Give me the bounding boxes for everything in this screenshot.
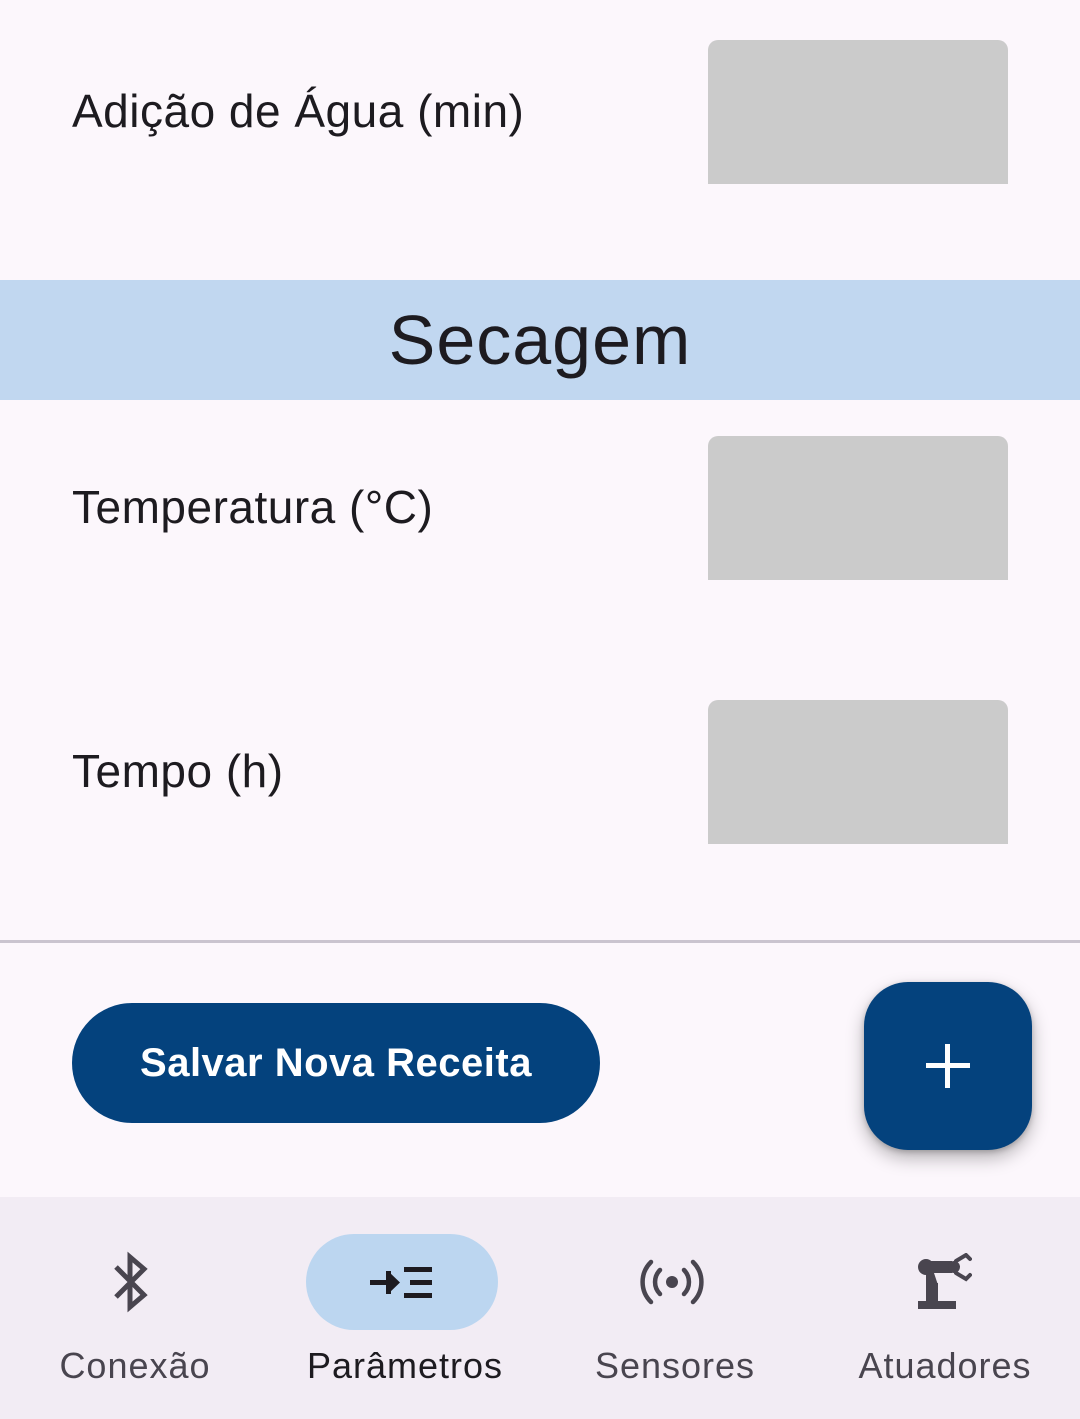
nav-item-sensores[interactable]: Sensores <box>540 1197 810 1419</box>
agua-label: Adição de Água (min) <box>72 85 525 137</box>
nav-label: Atuadores <box>858 1345 1032 1386</box>
sensors-icon <box>640 1259 704 1305</box>
nav-label: Parâmetros <box>306 1345 504 1386</box>
nav-pill-active <box>306 1234 498 1330</box>
param-row-tempo: Tempo (h) <box>0 640 1080 940</box>
add-fab-button[interactable] <box>864 982 1032 1150</box>
section-header-secagem: Secagem <box>0 280 1080 400</box>
bluetooth-icon <box>114 1251 148 1313</box>
plus-icon <box>926 1044 970 1088</box>
parameters-icon <box>370 1267 432 1298</box>
agua-input[interactable] <box>708 40 1008 184</box>
param-row-temperatura: Temperatura (°C) <box>0 400 1080 640</box>
nav-item-atuadores[interactable]: Atuadores <box>810 1197 1080 1419</box>
save-recipe-button[interactable]: Salvar Nova Receita <box>72 1003 600 1123</box>
nav-label: Sensores <box>594 1345 756 1386</box>
section-title: Secagem <box>388 301 692 379</box>
nav-pill <box>36 1234 228 1330</box>
bottom-navigation: Conexão Parâmetros Sensores Atuadores <box>0 1197 1080 1419</box>
divider <box>0 940 1080 943</box>
nav-item-conexao[interactable]: Conexão <box>0 1197 270 1419</box>
tempo-input[interactable] <box>708 700 1008 844</box>
temperatura-input[interactable] <box>708 436 1008 580</box>
nav-pill <box>846 1234 1038 1330</box>
nav-label: Conexão <box>59 1345 211 1386</box>
robot-arm-icon <box>918 1253 972 1309</box>
param-row-agua: Adição de Água (min) <box>0 0 1080 260</box>
nav-item-parametros[interactable]: Parâmetros <box>270 1197 540 1419</box>
temperatura-label: Temperatura (°C) <box>72 481 434 533</box>
nav-pill <box>576 1234 768 1330</box>
tempo-label: Tempo (h) <box>72 745 284 797</box>
